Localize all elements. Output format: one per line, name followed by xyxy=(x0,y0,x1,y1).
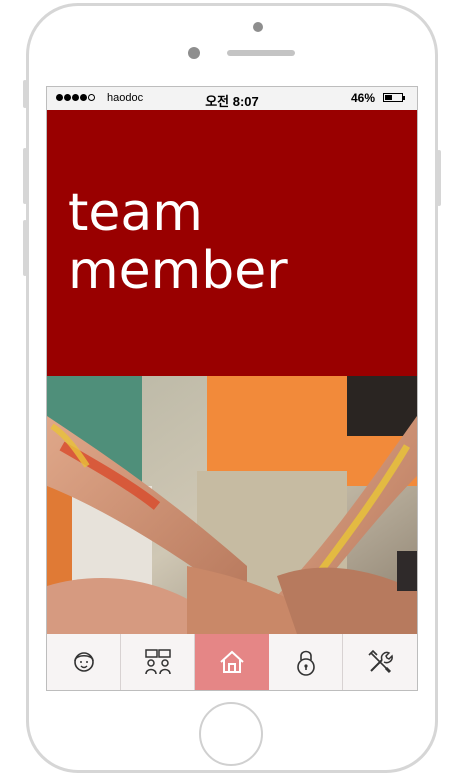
home-icon xyxy=(219,650,244,673)
tab-home[interactable] xyxy=(195,634,269,690)
front-camera xyxy=(253,22,263,32)
lock-icon xyxy=(296,650,315,676)
tab-lock[interactable] xyxy=(269,634,343,690)
volume-up-button xyxy=(23,148,27,204)
hero-banner: team member xyxy=(47,110,417,376)
bottom-tab-bar xyxy=(47,634,417,690)
home-button[interactable] xyxy=(199,702,263,766)
team-hands-photo xyxy=(47,376,417,634)
battery-icon xyxy=(383,93,405,102)
tab-meeting[interactable] xyxy=(121,634,195,690)
support-agent-icon xyxy=(73,652,94,672)
page-title: team member xyxy=(68,183,288,301)
app-screen: haodoc 오전 8:07 46% team member xyxy=(46,86,418,691)
earpiece-speaker xyxy=(227,50,295,56)
battery-percent: 46% xyxy=(351,91,376,105)
tab-tools[interactable] xyxy=(343,634,417,690)
mute-switch xyxy=(23,80,27,108)
sensor-dot xyxy=(188,47,200,59)
team-meeting-icon xyxy=(144,649,171,675)
status-bar: haodoc 오전 8:07 46% xyxy=(47,87,417,110)
volume-down-button xyxy=(23,220,27,276)
tab-support[interactable] xyxy=(47,634,121,690)
power-button xyxy=(437,150,441,206)
tools-icon xyxy=(368,649,393,674)
